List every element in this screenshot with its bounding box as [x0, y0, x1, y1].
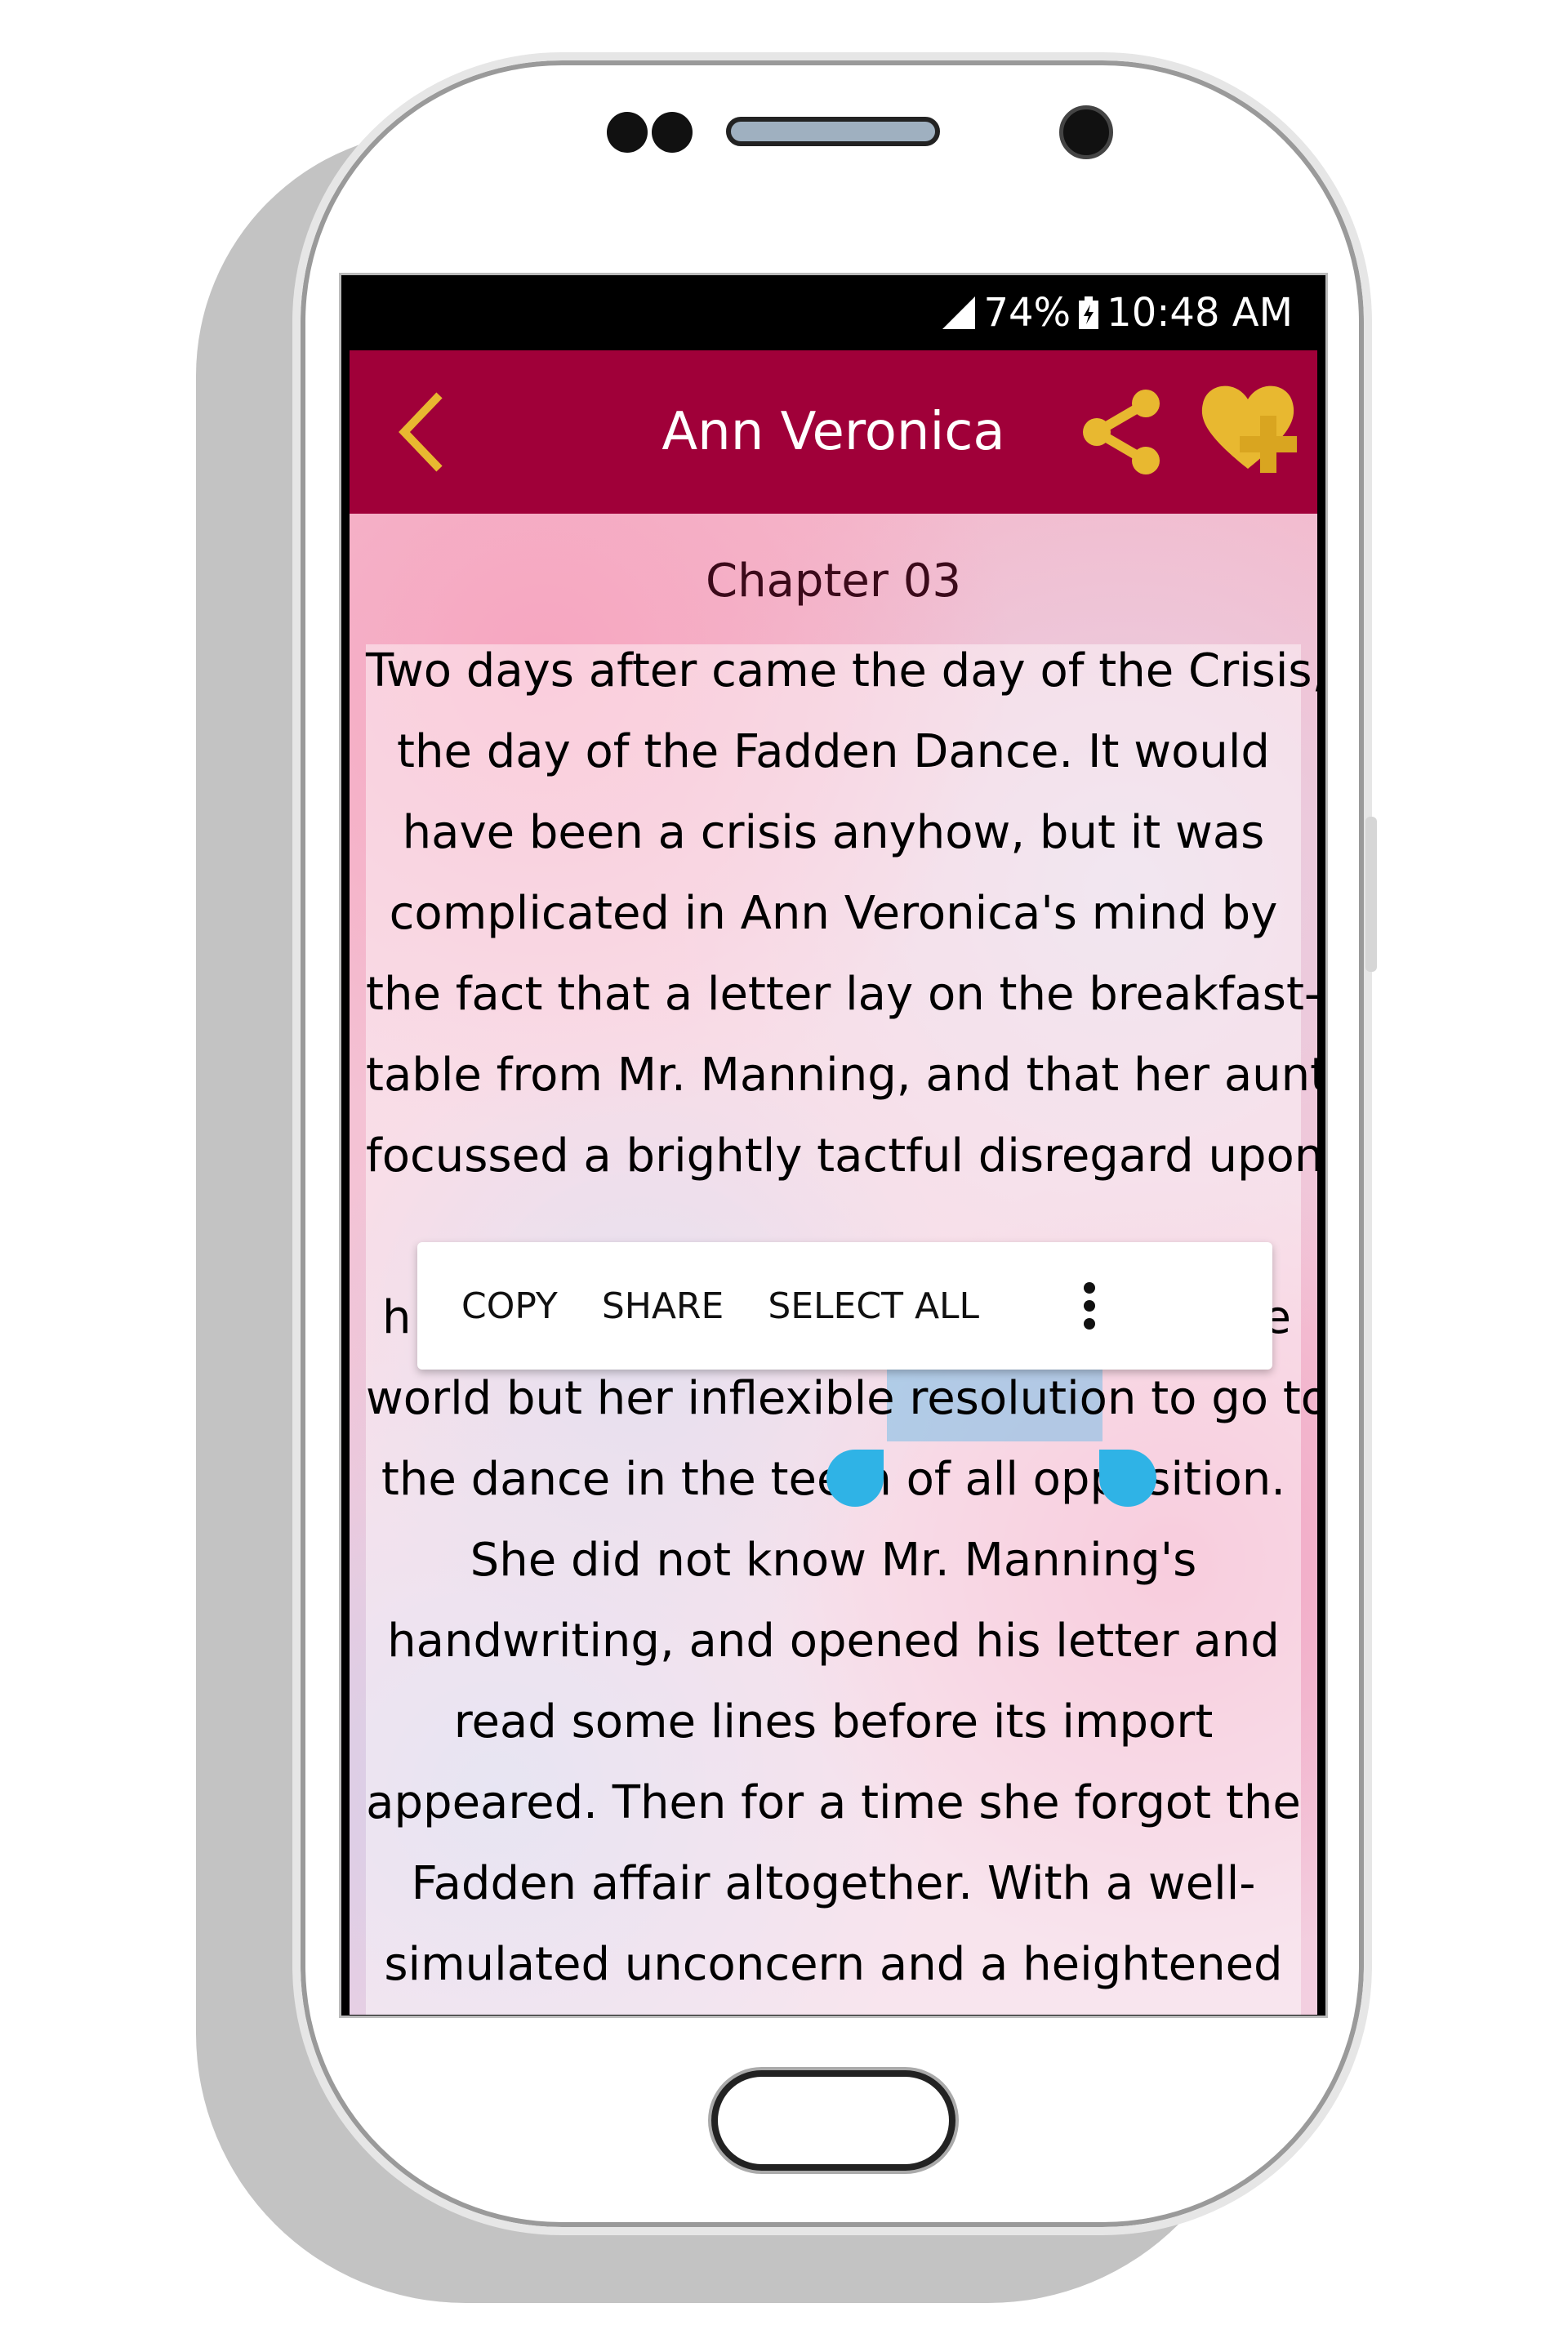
heart-plus-icon[interactable]: [1199, 379, 1305, 477]
copy-button[interactable]: COPY: [417, 1285, 602, 1327]
text-line: appeared. Then for a time she forgot the: [366, 1776, 1301, 1829]
book-title: Ann Veronica: [662, 402, 1005, 462]
share-icon[interactable]: [1076, 387, 1166, 477]
text-line: handwriting, and opened his letter and: [387, 1615, 1280, 1668]
chapter-title: Chapter 03: [706, 555, 961, 608]
text-line: Two days after came the day of the Crisi…: [366, 644, 1317, 697]
text-line: complicated in Ann Veronica's mind by: [389, 887, 1278, 940]
text-line: world but her inflexible resolution to g…: [366, 1372, 1317, 1425]
text-line: Fadden affair altogether. With a well-: [411, 1857, 1256, 1910]
text-selection-menu: COPY SHARE SELECT ALL: [417, 1242, 1272, 1370]
text-line: read some lines before its import: [453, 1695, 1214, 1748]
reader-content: Chapter 03 Two days after came the day o…: [350, 514, 1317, 2015]
text-line: table from Mr. Manning, and that her aun…: [366, 1049, 1317, 1102]
selection-start-handle[interactable]: [826, 1450, 884, 1507]
text-line: focussed a brightly tactful disregard up…: [366, 1129, 1317, 1183]
text-line: the fact that a letter lay on the breakf…: [366, 968, 1317, 1021]
text-line: the day of the Fadden Dance. It would: [397, 725, 1270, 778]
app-bar: Ann Veronica: [350, 350, 1317, 514]
sensor-dot: [652, 112, 693, 153]
text-line: She did not know Mr. Manning's: [470, 1534, 1197, 1587]
phone-screen: 74% 10:48 AM Ann Veronica Chapter 03 Two…: [339, 273, 1328, 2018]
battery-percent: 74%: [983, 290, 1071, 336]
front-camera: [1059, 105, 1113, 159]
text-line: simulated unconcern and a heightened: [384, 1938, 1283, 1991]
signal-icon: [942, 296, 976, 329]
clock: 10:48 AM: [1107, 290, 1293, 336]
more-vert-icon[interactable]: [1081, 1281, 1098, 1330]
share-button[interactable]: SHARE: [602, 1285, 768, 1327]
text-line: have been a crisis anyhow, but it was: [402, 806, 1265, 859]
home-button[interactable]: [711, 2070, 956, 2171]
speaker-grille: [726, 117, 940, 146]
selection-end-handle[interactable]: [1099, 1450, 1156, 1507]
phone-side-button: [1365, 817, 1377, 972]
sensor-dot: [607, 112, 648, 153]
status-bar: 74% 10:48 AM: [341, 275, 1325, 350]
select-all-button[interactable]: SELECT ALL: [768, 1285, 979, 1327]
text-line-partial: h: [382, 1291, 412, 1344]
battery-charging-icon: [1079, 296, 1099, 329]
